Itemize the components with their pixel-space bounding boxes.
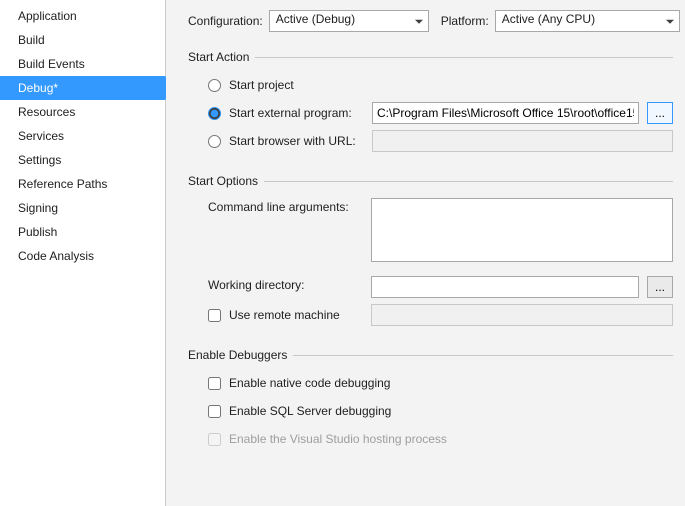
sql-debug-label: Enable SQL Server debugging	[229, 404, 391, 418]
hosting-process-label: Enable the Visual Studio hosting process	[229, 432, 447, 446]
start-browser-input[interactable]	[372, 130, 673, 152]
sidebar-item-code-analysis[interactable]: Code Analysis	[0, 244, 165, 268]
sidebar-item-publish[interactable]: Publish	[0, 220, 165, 244]
start-options-legend: Start Options	[188, 174, 264, 188]
start-external-radio[interactable]	[208, 107, 221, 120]
main-panel: Configuration: Active (Debug) Platform: …	[166, 0, 685, 506]
remote-machine-label: Use remote machine	[229, 308, 363, 322]
browse-workdir-button[interactable]: ...	[647, 276, 673, 298]
browse-external-button[interactable]: ...	[647, 102, 673, 124]
start-project-label: Start project	[229, 78, 294, 92]
platform-label: Platform:	[441, 14, 489, 28]
platform-select[interactable]: Active (Any CPU)	[495, 10, 680, 32]
workdir-label: Working directory:	[208, 276, 363, 292]
start-browser-radio[interactable]	[208, 135, 221, 148]
native-debug-label: Enable native code debugging	[229, 376, 390, 390]
configuration-label: Configuration:	[188, 14, 263, 28]
start-options-group: Start Options Command line arguments: Wo…	[188, 174, 673, 332]
remote-machine-input[interactable]	[371, 304, 673, 326]
sidebar-item-services[interactable]: Services	[0, 124, 165, 148]
sidebar-item-settings[interactable]: Settings	[0, 148, 165, 172]
sql-debug-checkbox[interactable]	[208, 405, 221, 418]
cmdline-label: Command line arguments:	[208, 198, 363, 214]
sidebar-item-debug[interactable]: Debug*	[0, 76, 165, 100]
native-debug-checkbox[interactable]	[208, 377, 221, 390]
sidebar-item-build[interactable]: Build	[0, 28, 165, 52]
hosting-process-checkbox	[208, 433, 221, 446]
debuggers-group: Enable Debuggers Enable native code debu…	[188, 348, 673, 456]
divider	[255, 57, 673, 58]
sidebar-item-build-events[interactable]: Build Events	[0, 52, 165, 76]
sidebar-item-application[interactable]: Application	[0, 4, 165, 28]
sidebar-item-signing[interactable]: Signing	[0, 196, 165, 220]
cmdline-textarea[interactable]	[371, 198, 673, 262]
divider	[293, 355, 673, 356]
config-row: Configuration: Active (Debug) Platform: …	[188, 10, 673, 32]
start-external-input[interactable]	[372, 102, 639, 124]
start-action-group: Start Action Start project Start externa…	[188, 50, 673, 158]
divider	[264, 181, 673, 182]
sidebar-item-resources[interactable]: Resources	[0, 100, 165, 124]
debuggers-legend: Enable Debuggers	[188, 348, 293, 362]
start-project-radio[interactable]	[208, 79, 221, 92]
configuration-select[interactable]: Active (Debug)	[269, 10, 429, 32]
start-external-label: Start external program:	[229, 106, 364, 120]
start-action-legend: Start Action	[188, 50, 255, 64]
sidebar-item-reference-paths[interactable]: Reference Paths	[0, 172, 165, 196]
workdir-input[interactable]	[371, 276, 639, 298]
start-browser-label: Start browser with URL:	[229, 134, 364, 148]
sidebar: Application Build Build Events Debug* Re…	[0, 0, 166, 506]
remote-machine-checkbox[interactable]	[208, 309, 221, 322]
